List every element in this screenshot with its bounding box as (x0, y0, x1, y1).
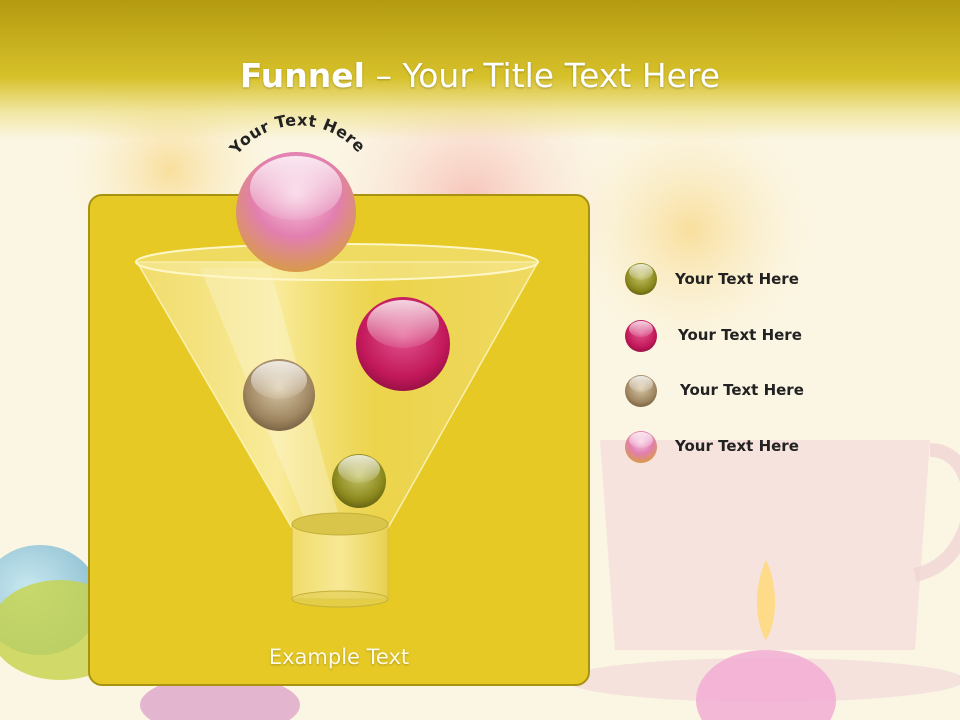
ball-pink-top (236, 152, 356, 272)
example-text: Example Text (268, 645, 410, 669)
legend-ball-olive (625, 263, 657, 295)
legend-ball-pink (625, 431, 657, 463)
ball-taupe (243, 359, 315, 431)
ball-olive (332, 454, 386, 508)
arc-text: Your Text Here (225, 110, 369, 158)
legend-ball-taupe (625, 375, 657, 407)
funnel-diagram: Your Text Here (135, 110, 657, 608)
legend-label-2: Your Text Here (678, 326, 802, 344)
ball-magenta (356, 297, 450, 391)
legend-ball-magenta (625, 320, 657, 352)
legend-label-3: Your Text Here (680, 381, 804, 399)
legend-label-1: Your Text Here (675, 270, 799, 288)
legend-label-4: Your Text Here (675, 437, 799, 455)
